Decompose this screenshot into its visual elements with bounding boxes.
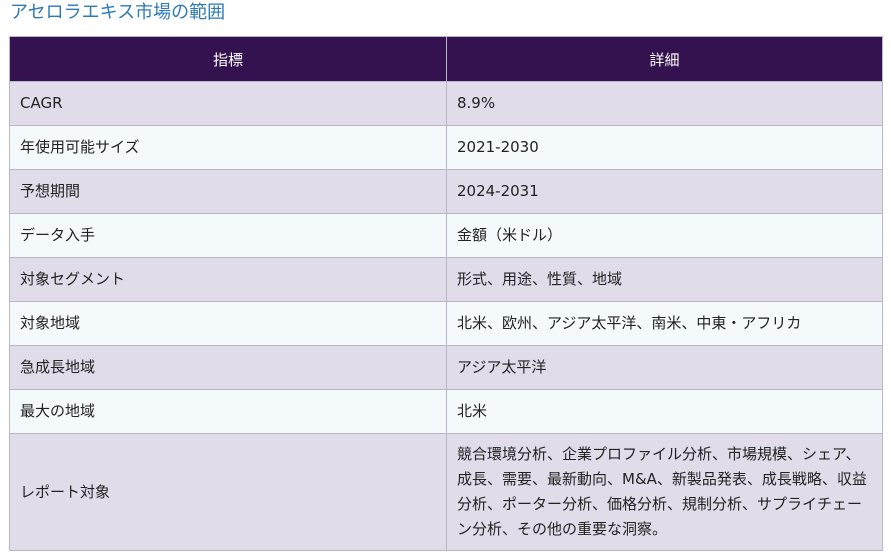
detail-cell: 北米、欧州、アジア太平洋、南米、中東・アフリカ bbox=[446, 301, 883, 346]
table-row: 急成長地域 アジア太平洋 bbox=[9, 345, 883, 390]
metric-cell: レポート対象 bbox=[9, 433, 447, 551]
metric-cell: 対象セグメント bbox=[9, 257, 447, 302]
page-title: アセロラエキス市場の範囲 bbox=[10, 2, 226, 23]
table-row: レポート対象 競合環境分析、企業プロファイル分析、市場規模、シェア、成長、需要、… bbox=[9, 433, 883, 551]
header-details: 詳細 bbox=[446, 36, 883, 82]
detail-cell: 北米 bbox=[446, 389, 883, 434]
table-row: 最大の地域 北米 bbox=[9, 389, 883, 434]
metric-cell: CAGR bbox=[9, 81, 447, 126]
detail-cell: アジア太平洋 bbox=[446, 345, 883, 390]
table-row: CAGR 8.9% bbox=[9, 81, 883, 126]
detail-cell: 2024-2031 bbox=[446, 169, 883, 214]
table-row: 対象セグメント 形式、用途、性質、地域 bbox=[9, 257, 883, 302]
table-row: データ入手 金額（米ドル） bbox=[9, 213, 883, 258]
table-row: 対象地域 北米、欧州、アジア太平洋、南米、中東・アフリカ bbox=[9, 301, 883, 346]
metric-cell: 予想期間 bbox=[9, 169, 447, 214]
detail-cell: 競合環境分析、企業プロファイル分析、市場規模、シェア、成長、需要、最新動向、M&… bbox=[446, 433, 883, 551]
table-row: 年使用可能サイズ 2021-2030 bbox=[9, 125, 883, 170]
market-scope-table: 指標 詳細 CAGR 8.9% 年使用可能サイズ 2021-2030 予想期間 … bbox=[9, 36, 883, 551]
metric-cell: 急成長地域 bbox=[9, 345, 447, 390]
detail-cell: 金額（米ドル） bbox=[446, 213, 883, 258]
metric-cell: 最大の地域 bbox=[9, 389, 447, 434]
detail-cell: 8.9% bbox=[446, 81, 883, 126]
metric-cell: 年使用可能サイズ bbox=[9, 125, 447, 170]
detail-cell: 形式、用途、性質、地域 bbox=[446, 257, 883, 302]
detail-cell: 2021-2030 bbox=[446, 125, 883, 170]
metric-cell: データ入手 bbox=[9, 213, 447, 258]
header-metric: 指標 bbox=[9, 36, 447, 82]
table-header-row: 指標 詳細 bbox=[9, 36, 883, 82]
metric-cell: 対象地域 bbox=[9, 301, 447, 346]
table-row: 予想期間 2024-2031 bbox=[9, 169, 883, 214]
